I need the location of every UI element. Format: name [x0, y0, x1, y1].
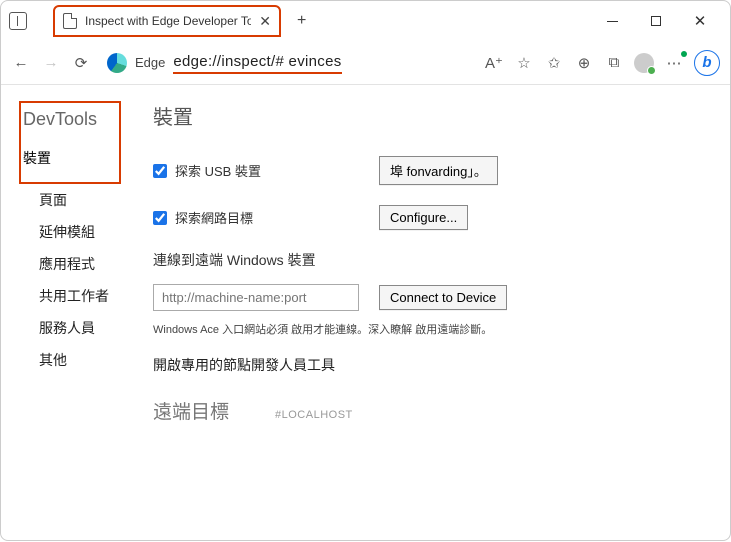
usb-row: 探索 USB 裝置 埠 fonvarding」。: [153, 156, 708, 185]
node-devtools-link[interactable]: 開啟專用的節點開發人員工具: [153, 355, 708, 375]
edge-icon: [107, 53, 127, 73]
discover-usb-label: 探索 USB 裝置: [175, 161, 261, 180]
connect-row: Connect to Device: [153, 284, 708, 311]
collections-icon[interactable]: ⊕: [574, 53, 594, 73]
avatar-icon: [634, 53, 654, 73]
sidebar-item-other[interactable]: 其他: [39, 344, 119, 376]
reading-mode-icon[interactable]: A⁺: [484, 53, 504, 73]
network-row: 探索網路目標 Configure...: [153, 205, 708, 230]
sidebar-item-extensions[interactable]: 延伸模組: [39, 216, 119, 248]
tab-title: Inspect with Edge Developer To: [85, 14, 251, 28]
discover-network-checkbox[interactable]: [153, 211, 167, 225]
sidebar-item-devices[interactable]: 裝置: [23, 142, 115, 174]
connect-note: Windows Ace 入口網站必須 啟用才能連線。深入瞭解 啟用遠端診斷。: [153, 321, 708, 337]
new-tab-button[interactable]: +: [297, 12, 306, 30]
url-text[interactable]: edge://inspect/# evinces: [173, 51, 341, 74]
close-window-button[interactable]: ✕: [678, 6, 722, 36]
favorite-icon[interactable]: ☆: [514, 53, 534, 73]
site-identity: Edge: [135, 55, 165, 70]
extensions-icon[interactable]: ⧉: [604, 53, 624, 73]
port-forwarding-button[interactable]: 埠 fonvarding」。: [379, 156, 498, 185]
window-controls: ✕: [590, 6, 722, 36]
tab-actions-icon[interactable]: [9, 12, 27, 30]
sidebar-item-pages[interactable]: 頁面: [39, 184, 119, 216]
machine-address-input[interactable]: [153, 284, 359, 311]
refresh-button[interactable]: ⟳: [71, 53, 91, 73]
devtools-title: DevTools: [23, 109, 115, 130]
configure-button[interactable]: Configure...: [379, 205, 468, 230]
browser-toolbar: ← → ⟳ Edge edge://inspect/# evinces A⁺ ☆…: [1, 41, 730, 85]
connect-device-button[interactable]: Connect to Device: [379, 285, 507, 310]
back-button[interactable]: ←: [11, 53, 31, 73]
bing-button[interactable]: b: [694, 50, 720, 76]
settings-menu-button[interactable]: ⋯: [664, 53, 684, 73]
favorites-bar-icon[interactable]: ✩: [544, 53, 564, 73]
page-heading: 裝置: [153, 101, 708, 130]
remote-targets-heading: 遠端目標: [153, 397, 229, 424]
address-bar[interactable]: Edge edge://inspect/# evinces: [107, 51, 342, 74]
remote-localhost-tag: #LOCALHOST: [275, 409, 353, 421]
sidebar-highlight: DevTools 裝置: [19, 101, 121, 184]
sidebar-item-shared-workers[interactable]: 共用工作者: [39, 280, 119, 312]
main-panel: 裝置 探索 USB 裝置 埠 fonvarding」。 探索網路目標 Confi…: [119, 85, 730, 542]
devtools-sidebar: DevTools 裝置 頁面 延伸模組 應用程式 共用工作者 服務人員 其他: [1, 85, 119, 542]
sidebar-item-apps[interactable]: 應用程式: [39, 248, 119, 280]
sidebar-item-service-workers[interactable]: 服務人員: [39, 312, 119, 344]
discover-usb-checkbox[interactable]: [153, 164, 167, 178]
browser-tab[interactable]: Inspect with Edge Developer To ✕: [53, 5, 281, 37]
page-content: DevTools 裝置 頁面 延伸模組 應用程式 共用工作者 服務人員 其他 裝…: [1, 85, 730, 542]
minimize-button[interactable]: [590, 6, 634, 36]
forward-button[interactable]: →: [41, 53, 61, 73]
discover-network-label: 探索網路目標: [175, 208, 253, 227]
connect-heading: 連線到遠端 Windows 裝置: [153, 250, 708, 270]
window-titlebar: Inspect with Edge Developer To ✕ + ✕: [1, 1, 730, 41]
profile-button[interactable]: [634, 53, 654, 73]
remote-targets-row: 遠端目標 #LOCALHOST: [153, 397, 708, 424]
tab-close-button[interactable]: ✕: [259, 13, 271, 30]
maximize-button[interactable]: [634, 6, 678, 36]
page-icon: [63, 13, 77, 29]
